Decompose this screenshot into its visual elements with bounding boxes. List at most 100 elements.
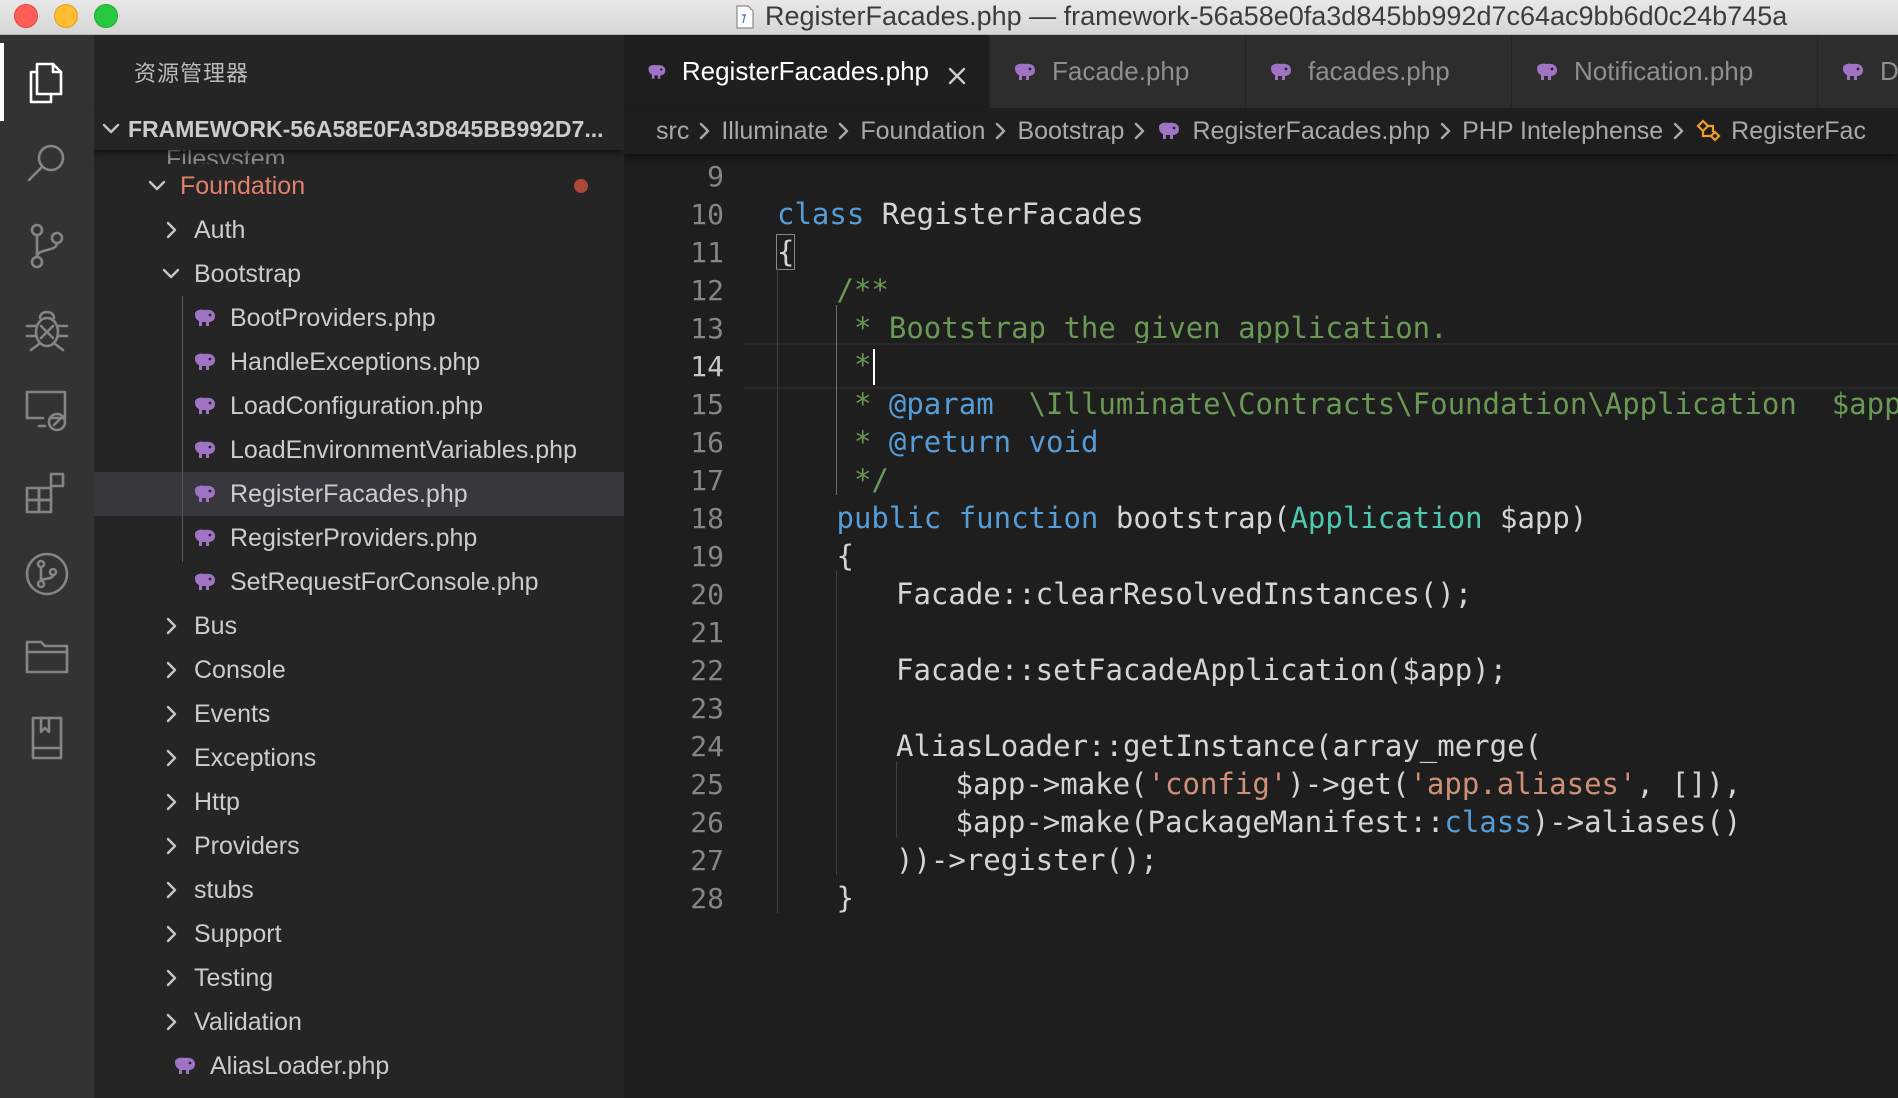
php-file-icon [1015,63,1035,80]
code-token: \Illuminate\Contracts\Foundation\Applica… [993,387,1898,421]
php-file-icon [1271,63,1291,80]
tree-folder[interactable]: Exceptions [94,736,624,780]
tree-label: Console [194,655,286,684]
source-control-activity[interactable] [0,199,94,293]
folder-icon [25,640,69,674]
line-number: 13 [690,311,724,345]
code-token: $app->make(PackageManifest:: [955,805,1445,839]
editor-tab[interactable]: Facade.php [990,35,1246,108]
tree-folder[interactable]: Events [94,692,624,736]
close-tab-button[interactable] [947,62,967,84]
indent-guide [896,761,897,837]
tree-file[interactable]: AliasLoader.php [94,1044,624,1088]
git-graph-icon [25,552,69,596]
breadcrumb-item[interactable]: Bootstrap [985,117,1124,146]
chevron-right-icon [166,837,177,855]
code-text: * @return void [837,425,1098,459]
breadcrumb-label: src [656,116,690,145]
code-token: $app) [1482,501,1588,535]
line-number: 20 [690,577,724,611]
bookmarks-activity[interactable] [0,691,94,785]
breadcrumb-item[interactable]: PHP Intelephense [1430,117,1663,146]
line-number: 18 [690,501,724,535]
breadcrumb-item[interactable]: Foundation [828,117,985,146]
breadcrumb-item[interactable]: RegisterFac [1663,117,1866,146]
code-text: * [837,348,876,385]
explorer-activity[interactable] [0,35,94,129]
close-window-button[interactable] [14,4,38,28]
tree-folder[interactable]: Testing [94,956,624,1000]
tree-folder[interactable]: Auth [94,208,624,252]
tree-file[interactable]: HandleExceptions.php [94,340,624,384]
code-token: $app->make( [955,767,1148,801]
chevron-right-icon [166,925,177,943]
php-file-icon [1537,63,1557,80]
php-file-icon [195,573,215,590]
search-activity[interactable] [0,117,94,211]
php-file-icon [195,485,215,502]
minimize-window-button[interactable] [54,4,78,28]
extensions-activity[interactable] [0,445,94,539]
breadcrumb-item[interactable]: src [656,117,689,146]
tree-file[interactable]: SetRequestForConsole.php [94,560,624,604]
php-file-icon [648,64,666,79]
php-file-icon [175,1057,195,1074]
git-graph-activity[interactable] [0,527,94,621]
editor-tab[interactable]: D [1818,35,1898,108]
chevron-right-icon [1673,122,1684,140]
tree-label: Auth [194,215,246,244]
breadcrumb-item[interactable]: Illuminate [689,117,828,146]
tree-folder[interactable]: Http [94,780,624,824]
project-manager-activity[interactable] [0,609,94,703]
code-text: AliasLoader::getInstance(array_merge( [896,729,1542,763]
tree-folder[interactable]: Providers [94,824,624,868]
code-text: * @param \Illuminate\Contracts\Foundatio… [837,387,1898,421]
tree-folder[interactable]: Console [94,648,624,692]
tree-file[interactable]: LoadEnvironmentVariables.php [94,428,624,472]
code-token: , []), [1636,767,1742,801]
tree-folder[interactable]: Bootstrap [94,252,624,296]
debug-activity[interactable] [0,281,94,375]
window-title-wrap: RegisterFacades.php — framework-56a58e0f… [735,0,1787,33]
tree-folder[interactable]: Bus [94,604,624,648]
chevron-right-icon [1135,122,1145,140]
indent-guide [777,267,778,913]
remote-explorer-activity[interactable] [0,363,94,457]
close-icon [948,67,966,84]
zoom-window-button[interactable] [94,4,118,28]
workspace-section-header[interactable]: FRAMEWORK-56A58E0FA3D845BB992D7... [94,108,624,150]
tree-file[interactable]: BootProviders.php [94,296,624,340]
tree-folder[interactable]: Support [94,912,624,956]
breadcrumb-label: PHP Intelephense [1462,116,1664,145]
tree-label: Testing [194,963,274,992]
tab-label: RegisterFacades.php [681,56,929,86]
php-file-icon [195,397,215,414]
editor-tab[interactable]: RegisterFacades.php [624,35,990,108]
editor-tab[interactable]: Notification.php [1512,35,1818,108]
chevron-right-icon [166,881,177,899]
code-line: 28} [624,875,1898,921]
code-editor[interactable]: 8use Illuminate\Contracts\Foundation\App… [624,121,1898,1098]
code-token: { [836,539,854,573]
code-text: $app->make('config')->get('app.aliases',… [956,767,1742,801]
tree-file[interactable]: RegisterFacades.php [94,472,624,516]
files-icon [29,62,63,104]
code-token: Facade::setFacadeApplication($app); [896,653,1508,687]
chevron-right-icon [166,221,177,239]
tree-label: Bootstrap [194,259,302,288]
tree-label: HandleExceptions.php [230,347,481,376]
indent-guide [836,571,837,875]
chevron-right-icon [166,661,177,679]
code-text: } [837,881,854,915]
tree-folder[interactable]: stubs [94,868,624,912]
breadcrumb-label: RegisterFacades.php [1192,116,1431,145]
tree-folder[interactable]: Foundation [94,164,624,208]
breadcrumb-item[interactable]: RegisterFacades.php [1124,117,1430,146]
editor-tab[interactable]: facades.php [1246,35,1512,108]
chevron-right-icon [996,122,1006,140]
search-icon [27,144,65,182]
tree-folder[interactable]: Validation [94,1000,624,1044]
tree-file[interactable]: RegisterProviders.php [94,516,624,560]
tree-file[interactable]: LoadConfiguration.php [94,384,624,428]
